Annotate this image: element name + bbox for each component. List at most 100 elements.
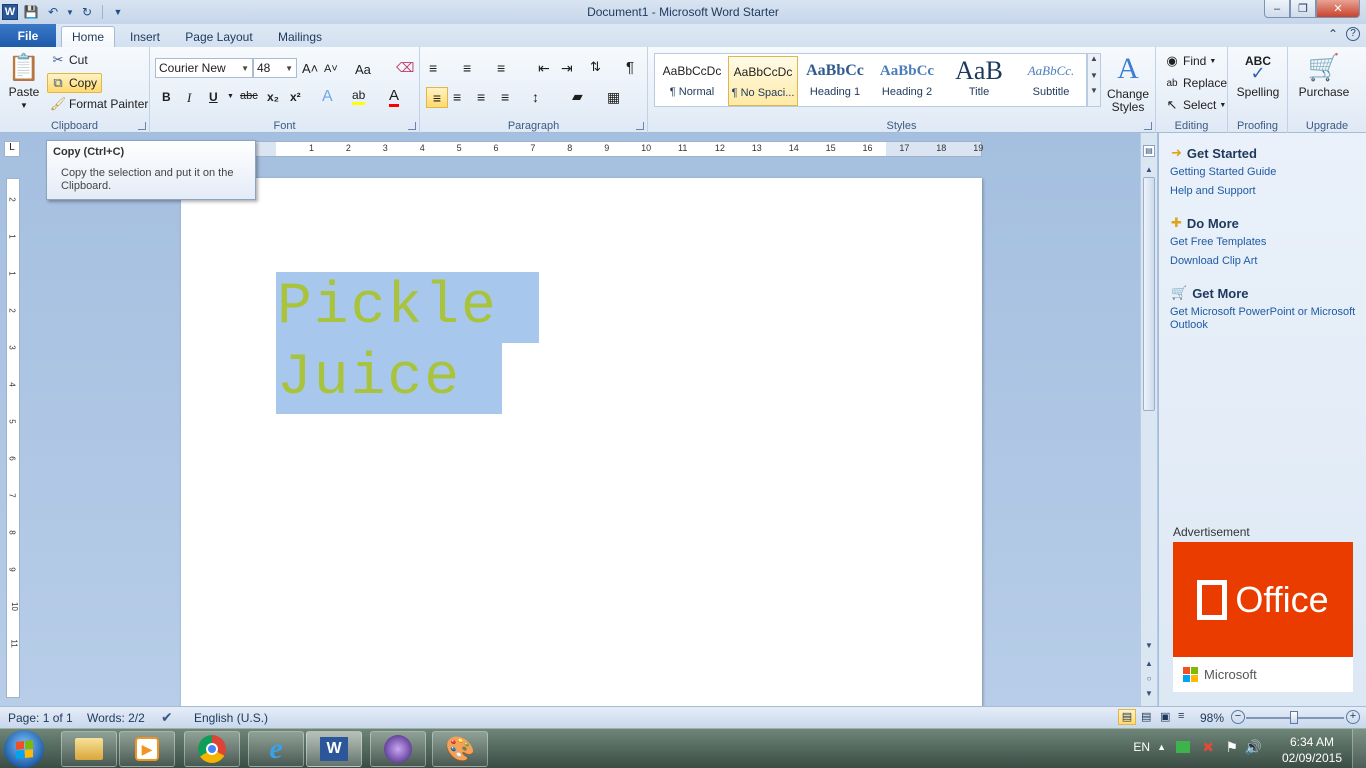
tab-file[interactable]: File	[0, 24, 56, 47]
proofing-status-icon[interactable]: ✔	[161, 709, 173, 726]
help-and-support-link[interactable]: Help and Support	[1170, 185, 1256, 198]
word-app-icon[interactable]: W	[2, 4, 18, 20]
scroll-up-icon[interactable]: ▲	[1143, 165, 1155, 177]
grow-font-button[interactable]: A˄	[302, 61, 318, 76]
getting-started-guide-link[interactable]: Getting Started Guide	[1170, 166, 1276, 179]
line-spacing-icon[interactable]: ↕	[532, 89, 539, 105]
spelling-button[interactable]: ABC ✓ Spelling	[1230, 51, 1286, 99]
minimize-ribbon-icon[interactable]: ⌃	[1328, 27, 1338, 41]
text-effects-button[interactable]: A	[322, 88, 333, 106]
zoom-in-icon[interactable]: +	[1346, 710, 1360, 724]
customize-qat-icon[interactable]: ▼	[109, 3, 127, 21]
multilevel-list-icon[interactable]: ≡	[497, 60, 505, 76]
input-language[interactable]: EN	[1133, 740, 1150, 754]
show-desktop-button[interactable]	[1352, 729, 1366, 768]
document-text-line[interactable]: Juice	[277, 343, 461, 414]
language-status[interactable]: English (U.S.)	[194, 711, 268, 725]
clear-formatting-icon[interactable]: ⌫	[396, 60, 414, 76]
print-layout-view-icon[interactable]: ▤	[1118, 709, 1136, 725]
help-icon[interactable]: ?	[1346, 27, 1360, 41]
word-count[interactable]: Words: 2/2	[87, 711, 145, 725]
replace-button[interactable]: ab Replace	[1164, 75, 1227, 91]
purchase-button[interactable]: 🛒 Purchase	[1296, 51, 1352, 99]
save-icon[interactable]: 💾	[22, 3, 40, 21]
minimize-button[interactable]: –	[1264, 0, 1290, 18]
paste-button[interactable]: 📋 Paste ▼	[6, 51, 42, 112]
tab-page-layout[interactable]: Page Layout	[180, 26, 258, 47]
shrink-font-button[interactable]: A˅	[324, 63, 338, 75]
bullets-icon[interactable]: ≡	[429, 60, 437, 76]
increase-indent-icon[interactable]: ⇥	[561, 60, 573, 77]
tab-insert[interactable]: Insert	[122, 26, 168, 47]
maximize-button[interactable]: ❐	[1290, 0, 1316, 18]
font-size-combo[interactable]: 48 ▼	[253, 58, 297, 78]
style-heading-1[interactable]: AaBbCc Heading 1	[800, 56, 870, 106]
style-subtitle[interactable]: AaBbCc. Subtitle	[1016, 56, 1086, 106]
chrome-icon[interactable]	[184, 731, 240, 767]
scrollbar-thumb[interactable]	[1143, 177, 1155, 411]
underline-button[interactable]: U	[209, 90, 218, 104]
format-painter-button[interactable]: 🖌 Format Painter	[50, 96, 149, 112]
web-layout-view-icon[interactable]: ▣	[1160, 710, 1170, 723]
highlight-button[interactable]: ab	[352, 88, 366, 105]
download-clip-art-link[interactable]: Download Clip Art	[1170, 255, 1257, 268]
clipboard-launcher-icon[interactable]	[138, 122, 146, 130]
clock[interactable]: 6:34 AM 02/09/2015	[1282, 734, 1342, 766]
styles-gallery-scroll[interactable]: ▲ ▼ ▼	[1087, 53, 1101, 107]
horizontal-ruler[interactable]: 1 2 3 4 5 6 7 8 9 10 11 12 13 14 15 16 17 18 19	[181, 141, 983, 157]
superscript-button[interactable]: x²	[290, 90, 301, 104]
volume-icon[interactable]: 🔊	[1245, 739, 1262, 756]
chevron-up-icon[interactable]: ▲	[1088, 54, 1100, 63]
style-normal[interactable]: AaBbCcDc ¶ Normal	[657, 56, 727, 106]
vertical-ruler[interactable]: 2 1 1 2 3 4 5 6 7 8 9 10 11	[6, 178, 20, 698]
align-center-icon[interactable]: ≡	[453, 89, 461, 105]
style-no-spacing[interactable]: AaBbCcDc ¶ No Spaci...	[728, 56, 798, 106]
document-text-line[interactable]: Pickle	[277, 272, 498, 343]
borders-icon[interactable]: ▦	[607, 89, 620, 106]
paragraph-launcher-icon[interactable]	[636, 122, 644, 130]
full-screen-view-icon[interactable]: ▤	[1141, 710, 1151, 723]
style-heading-2[interactable]: AaBbCc Heading 2	[872, 56, 942, 106]
font-color-button[interactable]: A	[389, 87, 400, 107]
align-right-icon[interactable]: ≡	[477, 89, 485, 105]
undo-dropdown-icon[interactable]: ▼	[66, 3, 74, 21]
change-styles-button[interactable]: A Change Styles	[1105, 51, 1151, 114]
redo-icon[interactable]: ↻	[78, 3, 96, 21]
select-browse-object-icon[interactable]: ○	[1143, 674, 1155, 686]
draft-view-icon[interactable]: ≡	[1178, 710, 1184, 722]
style-title[interactable]: AaB Title	[944, 56, 1014, 106]
copy-button[interactable]: ⧉ Copy	[47, 73, 103, 93]
explorer-icon[interactable]	[61, 731, 117, 767]
next-page-icon[interactable]: ▼	[1143, 689, 1155, 701]
document-page[interactable]: Pickle Juice	[181, 178, 982, 718]
show-marks-button[interactable]: ¶	[626, 59, 634, 76]
change-case-button[interactable]: Aa	[355, 62, 371, 77]
start-button[interactable]	[4, 730, 44, 768]
zoom-out-icon[interactable]: −	[1231, 710, 1245, 724]
underline-dropdown-icon[interactable]: ▼	[227, 93, 234, 100]
media-player-icon[interactable]: ▶	[119, 731, 175, 767]
close-button[interactable]: ✕	[1316, 0, 1360, 18]
subscript-button[interactable]: x₂	[267, 90, 279, 104]
chevron-down-icon[interactable]: ▼	[1088, 71, 1100, 80]
get-free-templates-link[interactable]: Get Free Templates	[1170, 236, 1266, 249]
tab-selector[interactable]: L	[4, 141, 20, 157]
get-powerpoint-outlook-link[interactable]: Get Microsoft PowerPoint or Microsoft Ou…	[1170, 306, 1360, 332]
zoom-level[interactable]: 98%	[1200, 711, 1224, 725]
bold-button[interactable]: B	[162, 90, 171, 104]
sort-icon[interactable]: ⇅	[590, 59, 601, 75]
undo-icon[interactable]: ↶	[44, 3, 62, 21]
ruler-toggle-icon[interactable]: ▤	[1143, 145, 1155, 157]
power-icon[interactable]	[1176, 741, 1190, 753]
numbering-icon[interactable]: ≡	[463, 60, 471, 76]
tab-home[interactable]: Home	[61, 26, 115, 47]
more-styles-icon[interactable]: ▼	[1088, 86, 1100, 95]
decrease-indent-icon[interactable]: ⇤	[538, 60, 550, 77]
scroll-down-icon[interactable]: ▼	[1143, 641, 1155, 653]
tab-mailings[interactable]: Mailings	[270, 26, 330, 47]
page-count[interactable]: Page: 1 of 1	[8, 711, 73, 725]
action-center-icon[interactable]: ⚑	[1225, 739, 1238, 756]
styles-launcher-icon[interactable]	[1144, 122, 1152, 130]
zoom-slider-thumb[interactable]	[1290, 711, 1299, 724]
find-button[interactable]: ◉ Find ▼	[1164, 53, 1216, 69]
